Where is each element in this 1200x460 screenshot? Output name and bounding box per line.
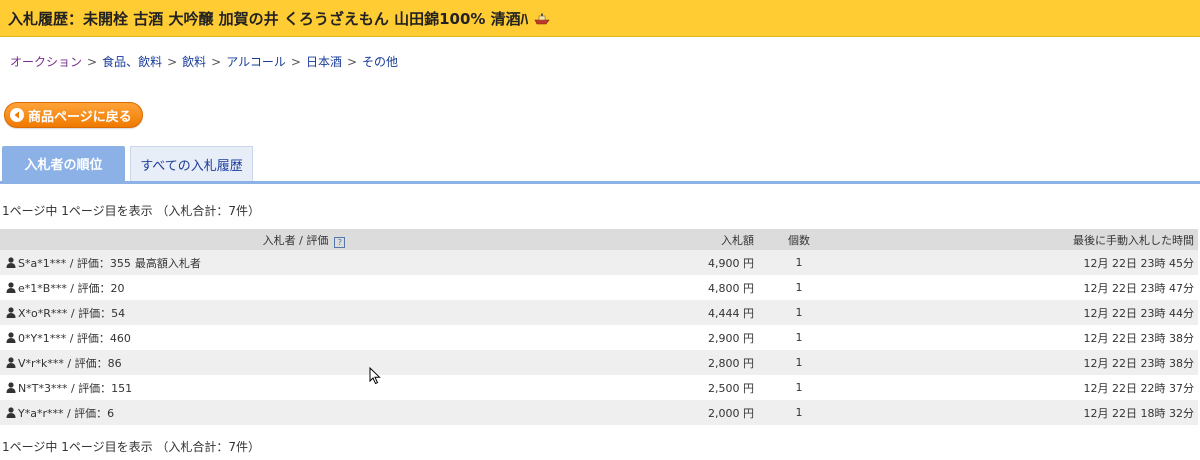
column-header-price: 入札額 [721,233,754,247]
bid-quantity: 1 [795,306,803,319]
bidder-cell: e*1*B*** / 評価：20 [0,275,606,300]
tab-all-bid-history[interactable]: すべての入札履歴 [130,146,253,181]
bidder-cell: S*a*1*** / 評価：355 最高額入札者 [0,250,606,275]
pagination-summary-bottom: 1ページ中 1ページ目を表示 （入札合計：7件） [2,440,261,454]
highest-bidder-badge: 最高額入札者 [134,256,201,270]
breadcrumb-link-auction[interactable]: オークション [10,55,82,69]
last-bid-time: 12月 22日 23時 38分 [1083,356,1194,370]
bidder-name-rating[interactable]: Y*a*r*** / 評価：6 [18,407,114,420]
bidder-name-rating[interactable]: N*T*3*** / 評価：151 [18,382,132,395]
bidder-cell: 0*Y*1*** / 評価：460 [0,325,606,350]
last-bid-time: 12月 22日 23時 38分 [1083,331,1194,345]
left-arrow-circle-icon [10,108,24,122]
title-bar: 入札履歴：未開栓 古酒 大吟醸 加賀の井 くろうざえもん 山田錦100% 清酒ﾊ [0,0,1200,37]
column-header-last-bid-time: 最後に手動入札した時間 [1073,233,1194,247]
breadcrumb-link-food-drink[interactable]: 食品、飲料 [102,55,162,69]
breadcrumb-separator: > [290,55,301,69]
table-row: e*1*B*** / 評価：20 4,800 円 1 12月 22日 23時 47分 [0,275,1198,300]
table-row: S*a*1*** / 評価：355 最高額入札者 4,900 円 1 12月 22日 2… [0,250,1198,275]
help-icon[interactable]: ? [334,236,346,248]
last-bid-time: 12月 22日 18時 32分 [1083,406,1194,420]
person-icon [6,256,16,268]
bid-amount: 4,900 円 [708,256,754,270]
mouse-cursor-icon [369,367,381,385]
bid-quantity: 1 [795,381,803,394]
pagination-summary-top: 1ページ中 1ページ目を表示 （入札合計：7件） [2,204,261,218]
breadcrumb-link-alcohol[interactable]: アルコール [226,55,286,69]
ship-emoji-icon [534,13,550,25]
page-title: 入札履歴：未開栓 古酒 大吟醸 加賀の井 くろうざえもん 山田錦100% 清酒ﾊ [8,9,529,28]
last-bid-time: 12月 22日 23時 44分 [1083,306,1194,320]
table-row: V*r*k*** / 評価：86 2,800 円 1 12月 22日 23時 38分 [0,350,1198,375]
table-row: 0*Y*1*** / 評価：460 2,900 円 1 12月 22日 23時 38分 [0,325,1198,350]
tab-bidder-ranking[interactable]: 入札者の順位 [2,146,125,181]
bidder-cell: X*o*R*** / 評価：54 [0,300,606,325]
table-row: Y*a*r*** / 評価：6 2,000 円 1 12月 22日 18時 32分 [0,400,1198,425]
column-header-bidder: 入札者 / 評価? [0,229,606,250]
breadcrumb-separator: > [167,55,178,69]
bid-amount: 2,000 円 [708,406,754,420]
person-icon [6,356,16,368]
person-icon [6,281,16,293]
bidder-name-rating[interactable]: X*o*R*** / 評価：54 [18,307,125,320]
bidder-name-rating[interactable]: 0*Y*1*** / 評価：460 [18,332,131,345]
bidder-name-rating[interactable]: V*r*k*** / 評価：86 [18,357,122,370]
bid-quantity: 1 [795,331,803,344]
bidder-cell: N*T*3*** / 評価：151 [0,375,606,400]
breadcrumb-link-other[interactable]: その他 [362,55,398,69]
breadcrumb-link-sake[interactable]: 日本酒 [306,55,342,69]
last-bid-time: 12月 22日 23時 47分 [1083,281,1194,295]
person-icon [6,406,16,418]
bid-quantity: 1 [795,256,803,269]
person-icon [6,381,16,393]
bidder-name-rating[interactable]: e*1*B*** / 評価：20 [18,282,125,295]
tab-underline [0,181,1200,184]
bidder-cell: V*r*k*** / 評価：86 [0,350,606,375]
breadcrumb-separator: > [87,55,98,69]
table-header-row: 入札者 / 評価? 入札額 個数 最後に手動入札した時間 [0,229,1198,250]
tab-bar: 入札者の順位 すべての入札履歴 [0,146,1200,184]
bid-quantity: 1 [795,406,803,419]
bidder-header-label: 入札者 / 評価 [262,233,329,247]
bid-amount: 4,800 円 [708,281,754,295]
bid-history-table: 入札者 / 評価? 入札額 個数 最後に手動入札した時間 S*a*1*** / … [0,229,1198,425]
bidder-name-rating[interactable]: S*a*1*** / 評価：355 [18,257,131,270]
bid-amount: 4,444 円 [708,306,754,320]
breadcrumb-separator: > [211,55,222,69]
bid-amount: 2,500 円 [708,381,754,395]
last-bid-time: 12月 22日 22時 37分 [1083,381,1194,395]
bid-quantity: 1 [795,281,803,294]
person-icon [6,331,16,343]
bid-quantity: 1 [795,356,803,369]
breadcrumb: オークション > 食品、飲料 > 飲料 > アルコール > 日本酒 > その他 [10,53,398,70]
breadcrumb-link-drink[interactable]: 飲料 [182,55,206,69]
table-row: X*o*R*** / 評価：54 4,444 円 1 12月 22日 23時 44分 [0,300,1198,325]
back-button-label: 商品ページに戻る [28,109,132,125]
bid-amount: 2,800 円 [708,356,754,370]
column-header-quantity: 個数 [788,233,810,247]
table-row: N*T*3*** / 評価：151 2,500 円 1 12月 22日 22時 37分 [0,375,1198,400]
bidder-cell: Y*a*r*** / 評価：6 [0,400,606,425]
breadcrumb-separator: > [346,55,358,69]
back-to-item-button[interactable]: 商品ページに戻る [4,102,143,128]
person-icon [6,306,16,318]
bid-amount: 2,900 円 [708,331,754,345]
last-bid-time: 12月 22日 23時 45分 [1083,256,1194,270]
